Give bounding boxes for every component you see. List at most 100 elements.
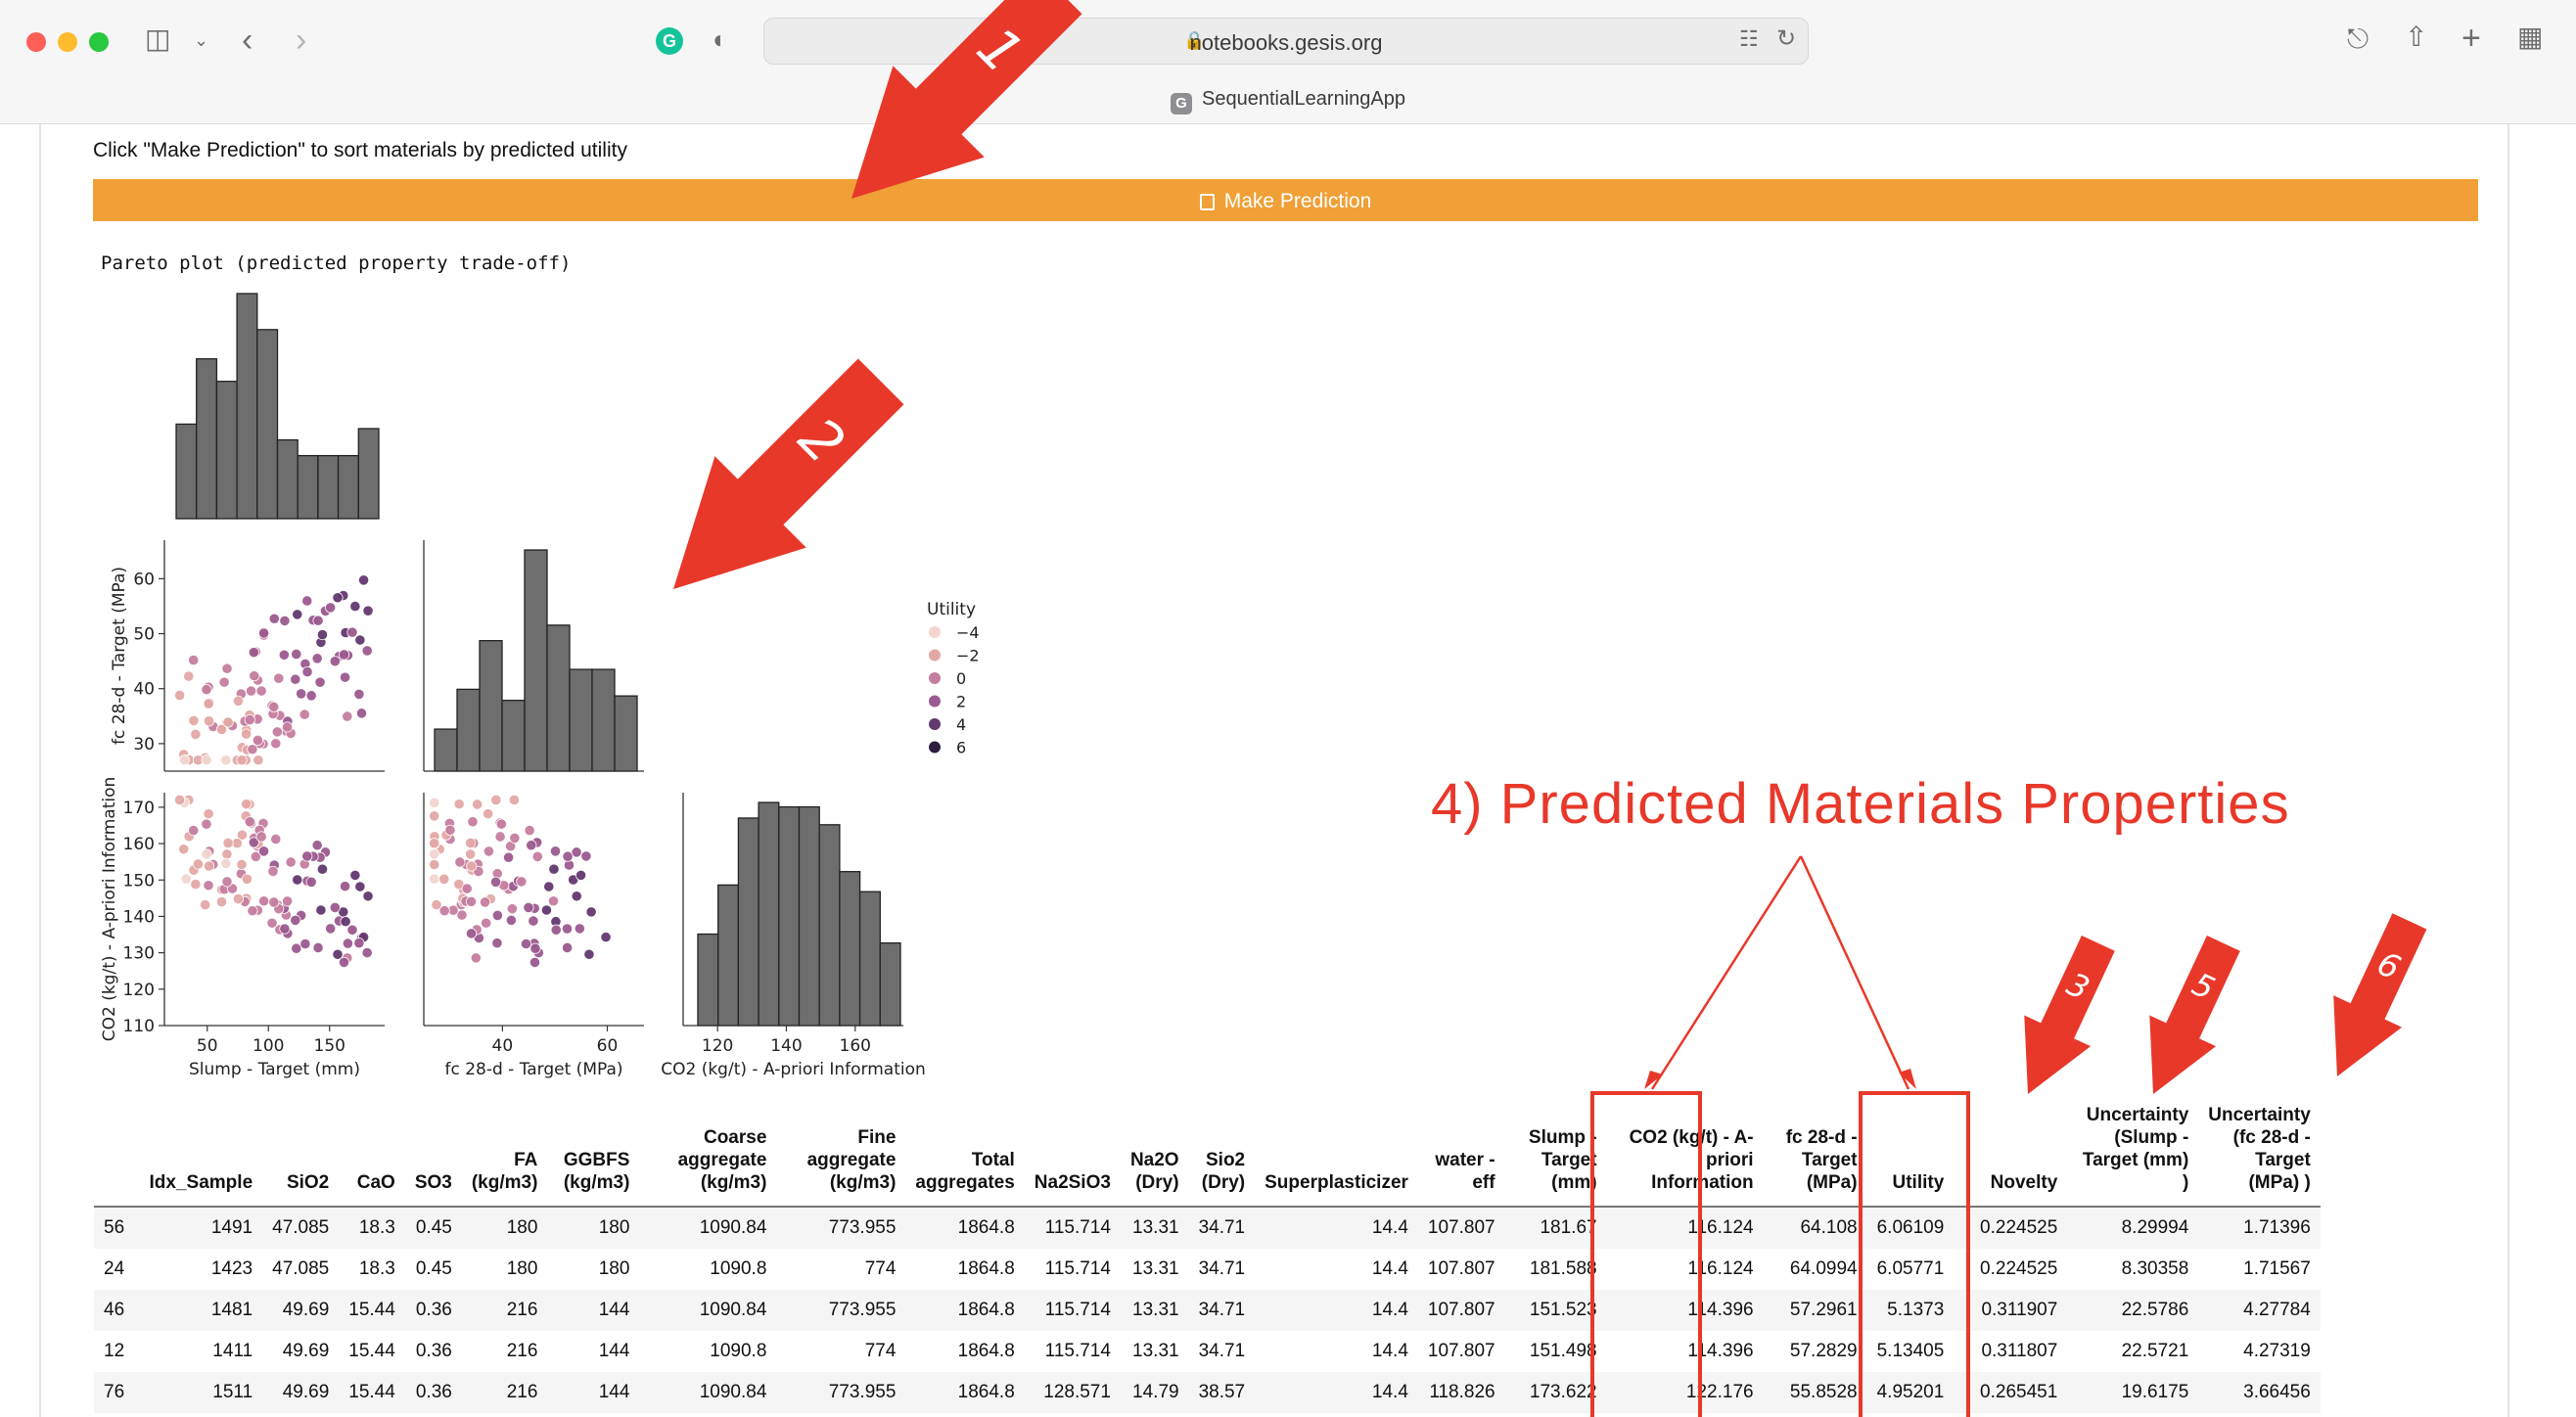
table-cell: 116.124 [1687,1258,1754,1279]
scatter-point [290,673,301,685]
table-cell: 8.29994 [2067,1207,2199,1249]
table-cell: 34.71 [1198,1341,1246,1361]
legend-marker [929,695,941,708]
scatter-point [270,833,282,846]
scatter-point [241,728,253,740]
share-icon[interactable]: ⇧ [2405,23,2427,51]
scatter-point [346,924,358,936]
table-cell: 34.71 [1188,1290,1256,1331]
grammarly-extension-icon[interactable]: G [656,27,683,55]
scatter-point [585,906,597,918]
scatter-point [215,895,228,908]
histogram-bar [276,438,299,520]
legend-label: −2 [956,647,980,665]
scatter-point [549,846,562,857]
scatter-point [429,797,440,808]
scatter-point [502,851,515,863]
scatter-point [562,941,574,954]
scatter-point [305,876,317,888]
table-cell: 216 [461,1290,548,1331]
scatter-point [349,869,361,881]
table-cell: 13.31 [1132,1341,1179,1361]
table-cell: 13.31 [1132,1258,1179,1279]
translate-icon[interactable]: ☷ [1739,28,1759,50]
scatter-point [221,663,233,674]
table-cell: 18.3 [358,1258,395,1279]
minimize-window-button[interactable] [58,32,77,52]
table-cell: 0.36 [415,1341,452,1361]
scatter-point [316,628,329,641]
tab-overview-icon[interactable]: ▦ [2517,23,2543,51]
zoom-window-button[interactable] [89,32,109,52]
scatter-point [438,905,450,917]
table-cell: 180 [506,1258,538,1279]
scatter-point [218,676,230,688]
table-cell: 0.45 [404,1207,462,1249]
table-cell: 5.13405 [1876,1341,1945,1361]
back-arrow-icon[interactable]: ‹ [242,23,253,57]
scatter-point [201,684,212,696]
scatter-point [301,850,313,862]
table-cell: 773.955 [776,1207,906,1249]
scatter-point [222,716,234,728]
scatter-point [203,860,215,872]
tab-title-bar[interactable]: G SequentialLearningApp [0,88,2576,114]
scatter-point [329,901,341,914]
scatter-point [529,956,541,969]
scatter-point [575,869,587,881]
histogram-bar [569,668,593,772]
reload-icon[interactable]: ↻ [1776,27,1796,51]
scatter-point [342,710,353,722]
table-cell: 49.69 [262,1290,340,1331]
x-axis-label: Slump - Target (mm) [189,1060,360,1079]
scatter-point [279,615,291,626]
scatter-point [271,726,283,738]
histogram-bar [818,824,841,1027]
table-cell: 773.955 [776,1372,906,1413]
table-cell: 1423 [210,1258,253,1279]
scatter-point [268,701,280,712]
histogram-bar [215,381,238,520]
download-icon[interactable]: ⎋ [2347,25,2369,53]
table-cell: 115.714 [1024,1207,1121,1249]
y-tick-label: 160 [123,835,155,854]
new-tab-icon[interactable]: + [2461,22,2481,55]
scatter-point [583,948,595,960]
table-cell: 115.714 [1044,1258,1111,1279]
scatter-point [299,937,311,950]
sidebar-toggle-icon[interactable]: ◫ [145,25,170,53]
close-window-button[interactable] [26,32,46,52]
tab-title: SequentialLearningApp [1202,88,1405,110]
histogram-bar [236,293,258,520]
scatter-point [220,857,232,869]
make-prediction-button[interactable]: Make Prediction [93,179,2478,221]
table-cell: 180 [598,1258,630,1279]
legend-marker [929,718,941,730]
scatter-point [355,708,368,719]
scatter-point [257,846,270,857]
table-cell: 151.498 [1529,1341,1597,1361]
table-cell: 22.5721 [2121,1341,2189,1361]
legend-label: 2 [956,693,966,711]
table-cell: 181.67 [1504,1207,1607,1249]
histogram-bar [798,805,820,1027]
x-tick-label: 160 [840,1036,871,1056]
forward-arrow-icon[interactable]: › [296,23,306,57]
scatter-point [255,831,267,843]
scatter-point [357,574,370,586]
column-header: Utility [1866,1096,1955,1208]
scatter-point [201,848,212,860]
scatter-point [342,937,354,949]
column-header: Uncertainty (fc 28-d - Target (MPa) ) [2198,1096,2321,1208]
histogram-bar [879,941,901,1027]
scatter-point [248,647,259,659]
table-cell: 6.05771 [1876,1258,1945,1279]
scatter-point [467,816,479,828]
privacy-shield-icon[interactable]: ◐ [713,26,728,52]
chevron-down-icon[interactable]: ⌄ [194,31,208,49]
scatter-point [236,754,248,766]
scatter-point [247,744,258,755]
scatter-point [188,824,200,837]
address-bar[interactable]: 🔒 notebooks.gesis.org ☷ ↻ [763,18,1809,65]
table-cell: 22.5786 [2067,1290,2199,1331]
